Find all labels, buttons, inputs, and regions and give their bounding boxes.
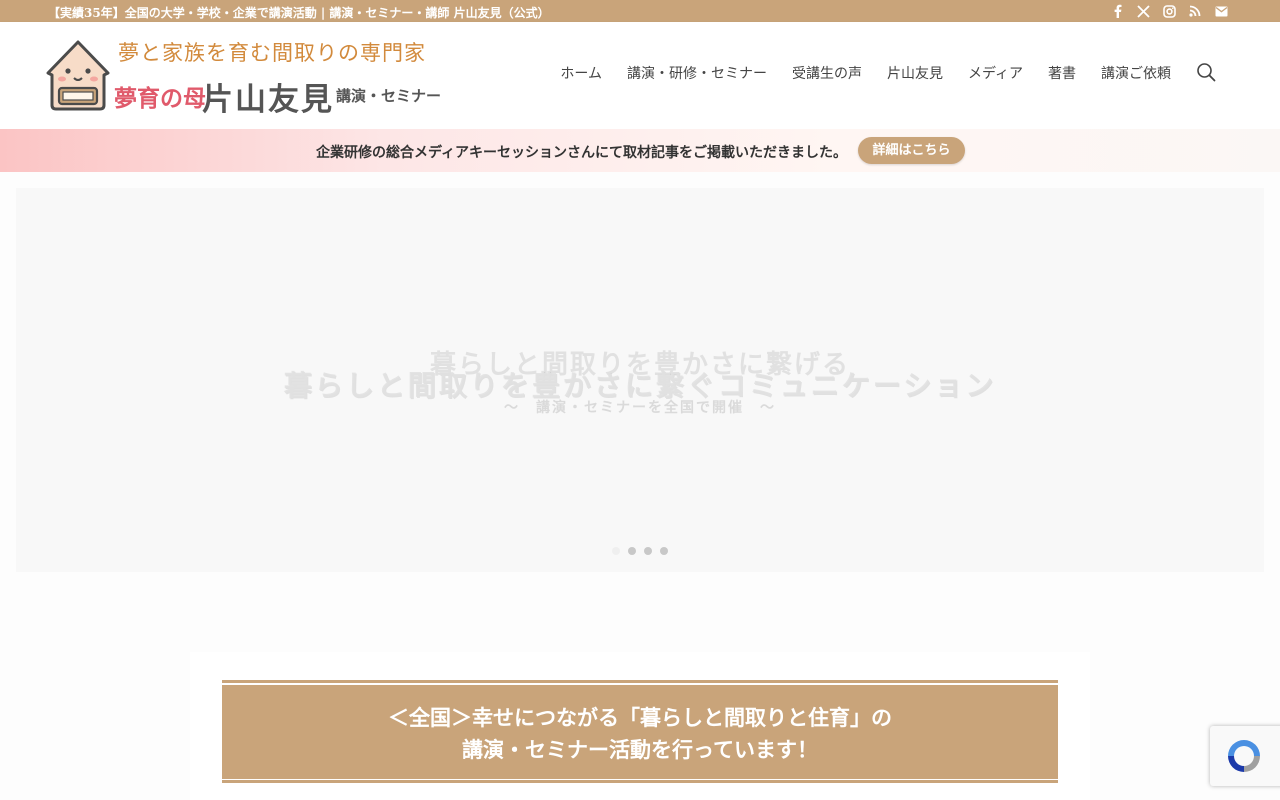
nav-item-lectures[interactable]: 講演・研修・セミナー: [627, 63, 767, 83]
hero-slider[interactable]: 暮らしと間取りを豊かさに繋げる 暮らしと間取りを豊かさに繋ぐコミュニケーション …: [16, 188, 1264, 572]
nav-item-profile[interactable]: 片山友見: [887, 63, 943, 83]
x-icon[interactable]: [1136, 2, 1150, 20]
rss-icon[interactable]: [1188, 2, 1202, 20]
site-tagline: 【実績35年】全国の大学・学校・企業で講演活動 | 講演・セミナー・講師 片山友…: [48, 6, 550, 20]
logo-brand: 夢育の母: [114, 86, 206, 112]
notice-text: 企業研修の総合メディアキーセッションさんにて取材記事をご掲載いただきました。: [316, 145, 848, 161]
facebook-icon[interactable]: [1110, 2, 1124, 20]
nav-item-home[interactable]: ホーム: [560, 63, 602, 83]
site-header: 夢と家族を育む間取りの専門家 夢育の母 片山友見 講演・セミナー ホーム 講演・…: [0, 22, 1280, 129]
heading-rule-bottom: [222, 778, 1058, 780]
instagram-icon[interactable]: [1162, 2, 1176, 20]
heading-line-2: 講演・セミナー活動を行っています！: [462, 737, 818, 762]
slide-subtitle: 〜 講演・セミナーを全国で開催 〜: [504, 400, 776, 416]
notice-bar: 企業研修の総合メディアキーセッションさんにて取材記事をご掲載いただきました。 詳…: [0, 129, 1280, 172]
recaptcha-badge[interactable]: [1210, 726, 1280, 786]
slider-dot[interactable]: [660, 547, 668, 555]
section-heading: ＜全国＞幸せにつながる「暮らしと間取りと住育」の 講演・セミナー活動を行っていま…: [222, 680, 1058, 783]
house-mascot-icon: [46, 40, 110, 111]
nav-item-testimonials[interactable]: 受講生の声: [792, 63, 862, 83]
slider-pagination: [612, 547, 668, 555]
slider-dot[interactable]: [612, 547, 620, 555]
slider-dot[interactable]: [628, 547, 636, 555]
nav-item-media[interactable]: メディア: [968, 63, 1023, 83]
heading-line-1: ＜全国＞幸せにつながる「暮らしと間取りと住育」の: [388, 705, 892, 730]
content-card: ＜全国＞幸せにつながる「暮らしと間取りと住育」の 講演・セミナー活動を行っていま…: [190, 652, 1090, 800]
logo-tagline: 夢と家族を育む間取りの専門家: [118, 41, 426, 65]
nav-item-request[interactable]: 講演ご依頼: [1101, 63, 1171, 83]
site-logo[interactable]: 夢と家族を育む間取りの専門家 夢育の母 片山友見 講演・セミナー: [46, 37, 446, 118]
mail-icon[interactable]: [1214, 2, 1228, 20]
recaptcha-icon: [1228, 740, 1260, 772]
slider-dot[interactable]: [644, 547, 652, 555]
logo-subtitle: 講演・セミナー: [336, 87, 442, 105]
main-nav: ホーム 講演・研修・セミナー 受講生の声 片山友見 メディア 著書 講演ご依頼: [560, 62, 1218, 84]
social-links: [1110, 2, 1228, 20]
heading-rule-top: [222, 683, 1058, 685]
search-icon[interactable]: [1196, 62, 1218, 84]
top-bar: 【実績35年】全国の大学・学校・企業で講演活動 | 講演・セミナー・講師 片山友…: [0, 0, 1280, 22]
logo-name: 片山友見: [202, 82, 334, 118]
notice-details-button[interactable]: 詳細はこちら: [858, 137, 965, 164]
nav-item-books[interactable]: 著書: [1048, 63, 1076, 83]
